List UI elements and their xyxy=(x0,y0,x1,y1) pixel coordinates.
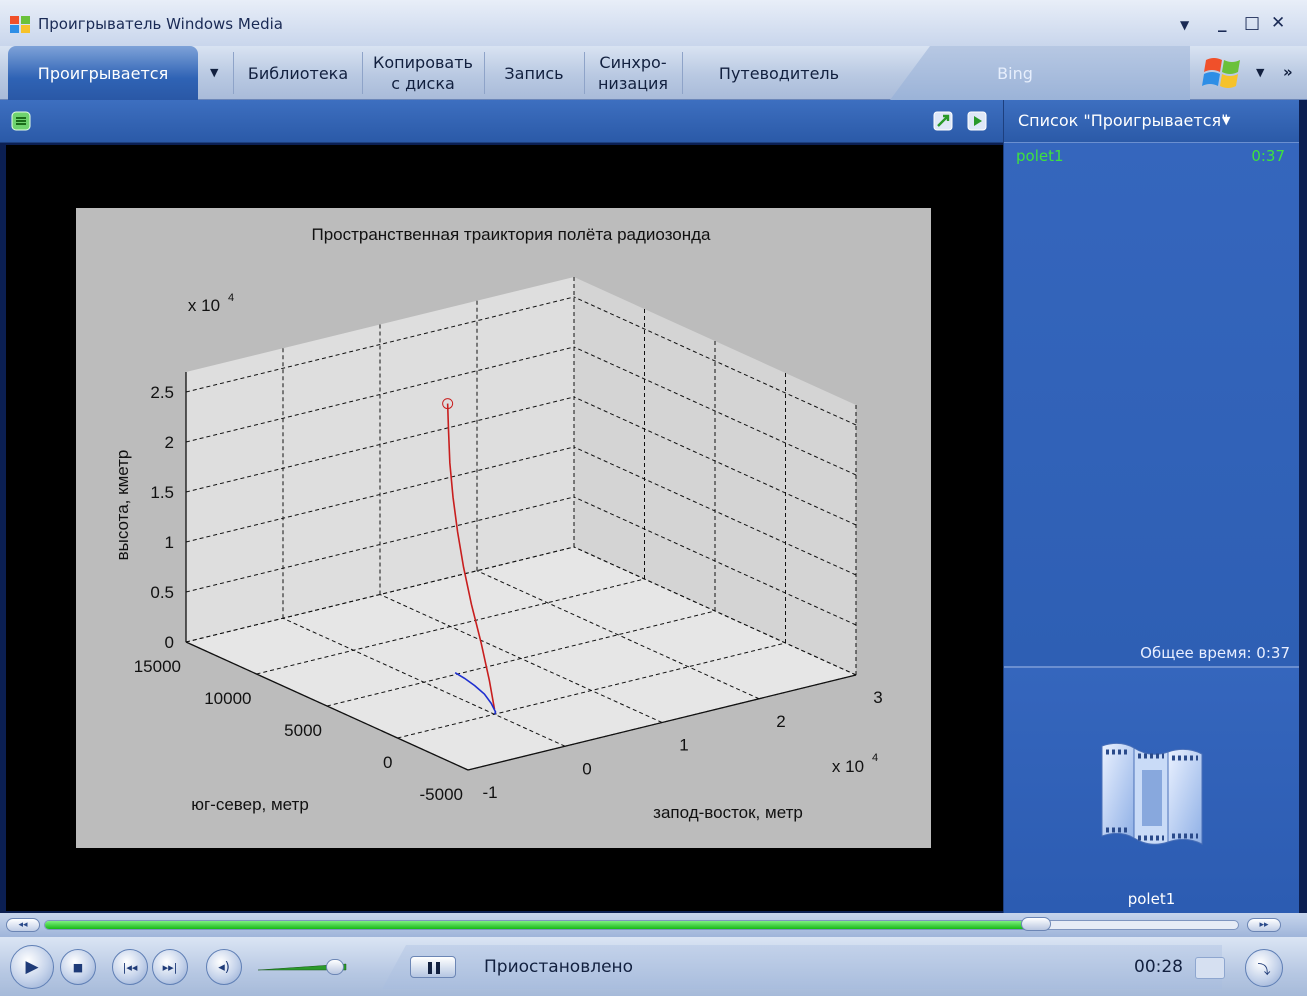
z-tick-label: 0 xyxy=(165,633,174,652)
time-display-toggle-icon[interactable] xyxy=(1195,957,1225,979)
x-multiplier-exp: 4 xyxy=(872,752,878,764)
tab-rip[interactable]: Копировать с диска xyxy=(366,46,480,100)
pause-button[interactable] xyxy=(410,956,456,978)
playlist-header[interactable]: Список "Проигрывается" ▼ xyxy=(1004,100,1299,143)
tab-now-playing[interactable]: Проигрывается xyxy=(8,46,198,100)
x-tick-label: 2 xyxy=(776,712,785,731)
chevron-down-icon[interactable]: ▼ xyxy=(210,66,218,79)
x-multiplier: x 10 xyxy=(832,757,864,776)
playlist-title: Список "Проигрывается" xyxy=(1018,111,1229,130)
x-tick-label: 0 xyxy=(582,759,591,778)
tab-label: Bing xyxy=(997,63,1033,83)
chart-title: Пространственная траиктория полёта радио… xyxy=(311,225,711,244)
seek-back-button[interactable]: ◂◂ xyxy=(6,918,40,932)
seek-thumb[interactable] xyxy=(1020,917,1051,931)
list-item[interactable]: polet1 0:37 xyxy=(1004,143,1299,169)
playback-status: Приостановлено xyxy=(484,957,634,977)
y-tick-label: -5000 xyxy=(420,785,463,804)
view-full-screen-icon[interactable] xyxy=(966,110,988,132)
video-area[interactable]: Пространственная траиктория полёта радио… xyxy=(6,145,1003,911)
play-icon[interactable]: ▶ xyxy=(10,945,54,989)
y-tick-label: 5000 xyxy=(284,721,322,740)
tab-bar: Проигрывается ▼ Библиотека Копировать с … xyxy=(0,46,1307,100)
chevron-down-icon[interactable]: ▼ xyxy=(1256,66,1264,79)
tab-label: Проигрывается xyxy=(37,63,169,83)
trajectory-chart: Пространственная траиктория полёта радио… xyxy=(113,225,883,822)
pause-icon xyxy=(428,962,440,974)
x-tick-label: 1 xyxy=(679,736,688,755)
album-art-area: polet1 xyxy=(1004,668,1299,913)
x-axis-label: запод-восток, метр xyxy=(653,803,803,822)
x-tick-label: 3 xyxy=(873,688,882,707)
tab-library[interactable]: Библиотека xyxy=(238,46,358,100)
tab-label: Запись xyxy=(504,63,564,83)
z-axis-label: высота, кметр xyxy=(113,450,132,561)
video-film-icon xyxy=(1101,742,1203,845)
seek-progress xyxy=(45,921,1036,929)
tab-bing[interactable]: Bing xyxy=(970,46,1060,100)
navigation-icon[interactable] xyxy=(10,110,32,132)
y-tick-label: 10000 xyxy=(204,689,251,708)
media-player-window: Проигрыватель Windows Media ▼ _ □ ✕ Прои… xyxy=(0,0,1307,996)
tab-label-line1: Копировать xyxy=(373,53,473,72)
z-multiplier: x 10 xyxy=(188,296,220,315)
tab-guide[interactable]: Путеводитель xyxy=(686,46,872,100)
title-bar[interactable]: Проигрыватель Windows Media ▼ _ □ ✕ xyxy=(0,0,1307,46)
z-tick-label: 0.5 xyxy=(150,583,174,602)
z-tick-label: 1.5 xyxy=(150,483,174,502)
tab-label-line2: с диска xyxy=(391,74,455,93)
now-playing-toolbar xyxy=(0,100,1003,143)
maximize-icon[interactable]: □ xyxy=(1244,13,1260,33)
playback-controls: ▶ ■ |◂◂ ▸▸| ◂) Приостановлено 00:28 ⤵ xyxy=(0,937,1307,996)
window-title: Проигрыватель Windows Media xyxy=(38,15,283,33)
chevron-down-icon[interactable]: ▼ xyxy=(1222,114,1230,127)
seek-row: ◂◂ ▸▸ xyxy=(0,913,1307,937)
stop-icon[interactable]: ■ xyxy=(60,949,96,985)
y-tick-label: 0 xyxy=(383,753,392,772)
z-tick-label: 2.5 xyxy=(150,383,174,402)
tab-burn[interactable]: Запись xyxy=(488,46,580,100)
x-tick-label: -1 xyxy=(482,783,497,802)
playlist-list: polet1 0:37 xyxy=(1004,143,1299,666)
previous-icon[interactable]: |◂◂ xyxy=(112,949,148,985)
playlist-total-time: Общее время: 0:37 xyxy=(1140,644,1290,662)
layout-options-icon[interactable]: ▼ xyxy=(1180,18,1189,32)
windows-media-icon xyxy=(10,16,30,33)
playback-time: 00:28 xyxy=(1134,957,1183,977)
now-playing-caption: polet1 xyxy=(1127,890,1176,908)
windows-logo-icon[interactable] xyxy=(1200,52,1248,94)
tab-label-line1: Синхро- xyxy=(599,53,667,72)
seek-forward-button[interactable]: ▸▸ xyxy=(1247,918,1281,932)
tab-sync[interactable]: Синхро- низация xyxy=(588,46,678,100)
volume-thumb[interactable] xyxy=(325,959,344,975)
tab-label: Библиотека xyxy=(247,63,349,83)
y-axis-label: юг-север, метр xyxy=(191,795,309,814)
playlist-item-name: polet1 xyxy=(1016,147,1064,165)
close-icon[interactable]: ✕ xyxy=(1271,13,1285,33)
minimize-icon[interactable]: _ xyxy=(1218,13,1227,33)
tab-label-line2: низация xyxy=(597,74,669,93)
more-tabs-icon[interactable]: » xyxy=(1283,63,1293,81)
z-tick-label: 2 xyxy=(165,433,174,452)
switch-to-skin-icon[interactable]: ⤵ xyxy=(1245,949,1283,987)
enhancements-icon[interactable] xyxy=(932,110,954,132)
playlist-item-duration: 0:37 xyxy=(1251,147,1285,165)
next-icon[interactable]: ▸▸| xyxy=(152,949,188,985)
tab-label: Путеводитель xyxy=(718,63,840,83)
y-tick-label: 15000 xyxy=(134,657,181,676)
z-tick-label: 1 xyxy=(165,533,174,552)
playlist-panel: Список "Проигрывается" ▼ polet1 0:37 Общ… xyxy=(1003,100,1299,913)
z-multiplier-exp: 4 xyxy=(228,292,234,304)
seek-bar[interactable] xyxy=(44,920,1239,930)
volume-mute-icon[interactable]: ◂) xyxy=(206,949,242,985)
